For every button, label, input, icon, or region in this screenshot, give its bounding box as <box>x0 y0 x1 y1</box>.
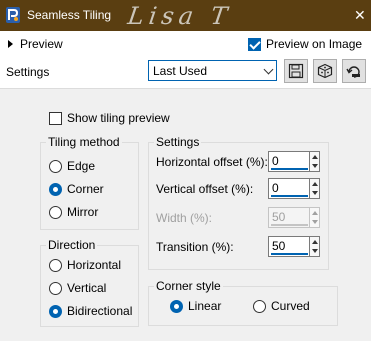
radio-edge-label: Edge <box>67 159 96 173</box>
radio-curved-label: Curved <box>271 299 310 313</box>
radio-edge[interactable]: Edge <box>49 158 95 174</box>
title-bar: Seamless Tiling Lisa T ✕ <box>0 0 371 31</box>
settings-label: Settings <box>6 65 50 79</box>
radio-bidirectional[interactable]: Bidirectional <box>49 303 132 319</box>
chevron-down-icon <box>263 64 274 75</box>
radio-vertical[interactable]: Vertical <box>49 280 106 296</box>
radio-selected-icon[interactable] <box>170 299 183 313</box>
horizontal-offset-value: 0 <box>272 154 279 168</box>
radio-linear[interactable]: Linear <box>170 298 221 314</box>
spinner-arrows-icon[interactable] <box>309 178 320 199</box>
radio-selected-icon[interactable] <box>49 182 62 196</box>
preview-expander[interactable]: Preview <box>8 36 63 52</box>
radio-unselected-icon[interactable] <box>49 205 62 219</box>
randomize-icon <box>317 63 333 79</box>
show-tiling-preview-checkbox[interactable]: Show tiling preview <box>49 110 170 126</box>
radio-vertical-label: Vertical <box>67 281 107 295</box>
vertical-offset-spinner[interactable]: 0 <box>268 178 320 199</box>
spinner-arrows-icon[interactable] <box>309 236 320 257</box>
radio-horizontal[interactable]: Horizontal <box>49 257 121 273</box>
radio-bidirectional-label: Bidirectional <box>67 304 133 318</box>
vertical-offset-value: 0 <box>272 181 279 195</box>
radio-unselected-icon[interactable] <box>253 299 266 313</box>
radio-horizontal-label: Horizontal <box>67 258 122 272</box>
spinner-arrows-icon <box>309 207 320 228</box>
direction-title: Direction <box>46 238 98 252</box>
radio-unselected-icon[interactable] <box>49 159 62 173</box>
preset-value: Last Used <box>153 63 208 78</box>
preview-label: Preview <box>20 37 63 51</box>
transition-spinner[interactable]: 50 <box>268 236 320 257</box>
radio-selected-icon[interactable] <box>49 304 62 318</box>
show-tiling-preview-label: Show tiling preview <box>67 111 170 125</box>
radio-curved[interactable]: Curved <box>253 298 310 314</box>
preview-on-image-label: Preview on Image <box>266 37 363 51</box>
reset-icon <box>346 66 360 78</box>
width-input: 50 <box>268 207 310 228</box>
radio-linear-label: Linear <box>188 299 222 313</box>
radio-corner-label: Corner <box>67 182 104 196</box>
width-value: 50 <box>272 210 286 224</box>
corner-style-title: Corner style <box>154 279 223 293</box>
radio-mirror-label: Mirror <box>67 205 99 219</box>
horizontal-offset-label: Horizontal offset (%): <box>156 155 268 169</box>
width-label: Width (%): <box>156 211 213 225</box>
paintshop-app-icon <box>6 7 20 23</box>
tiling-method-title: Tiling method <box>46 135 122 149</box>
preview-on-image-checkbox[interactable]: Preview on Image <box>248 36 362 52</box>
spinner-arrows-icon[interactable] <box>309 151 320 172</box>
reset-button[interactable] <box>342 59 366 83</box>
transition-label: Transition (%): <box>156 240 234 254</box>
close-icon[interactable]: ✕ <box>354 8 366 22</box>
vertical-offset-label: Vertical offset (%): <box>156 182 254 196</box>
vertical-offset-input[interactable]: 0 <box>268 178 310 199</box>
window-title: Seamless Tiling <box>27 8 112 22</box>
radio-mirror[interactable]: Mirror <box>49 204 98 220</box>
horizontal-offset-spinner[interactable]: 0 <box>268 151 320 172</box>
checkbox-checked-icon[interactable] <box>248 37 261 51</box>
settings-group-title: Settings <box>154 135 202 149</box>
transition-value: 50 <box>272 239 286 253</box>
transition-input[interactable]: 50 <box>268 236 310 257</box>
checkbox-unchecked-icon[interactable] <box>49 111 62 125</box>
artist-watermark: Lisa T <box>126 2 234 30</box>
randomize-button[interactable] <box>313 59 337 83</box>
radio-unselected-icon[interactable] <box>49 281 62 295</box>
radio-unselected-icon[interactable] <box>49 258 62 272</box>
preset-dropdown[interactable]: Last Used <box>148 60 277 81</box>
radio-corner[interactable]: Corner <box>49 181 104 197</box>
horizontal-offset-input[interactable]: 0 <box>268 151 310 172</box>
width-spinner: 50 <box>268 207 320 228</box>
save-preset-button[interactable] <box>284 59 308 83</box>
expand-arrow-icon <box>8 40 13 48</box>
save-preset-icon <box>288 63 304 79</box>
